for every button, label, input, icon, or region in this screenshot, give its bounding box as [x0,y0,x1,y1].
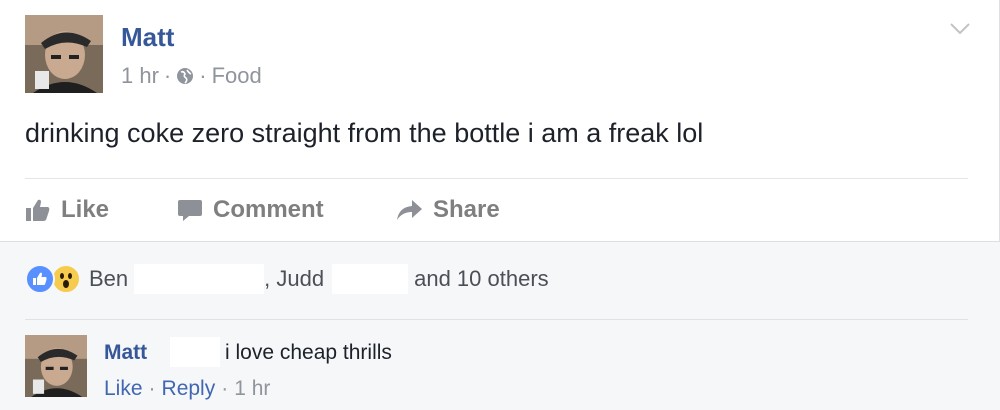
others-link[interactable]: and 10 others [414,266,549,292]
share-arrow-icon [397,200,422,220]
divider [25,178,968,179]
thumbs-up-icon [26,199,50,221]
comment-separator: · [148,377,156,400]
meta-separator: · [199,63,207,88]
globe-icon[interactable] [176,67,194,85]
chevron-down-icon[interactable] [949,22,971,36]
share-button[interactable]: Share [395,196,500,224]
reactor-name[interactable]: , Judd [264,266,324,292]
divider [25,319,968,320]
reactor-name[interactable]: Ben [89,266,128,292]
like-reaction-icon [25,264,55,294]
reactions-summary[interactable]: Ben , Judd and 10 others [25,261,549,297]
redacted-block [134,264,265,294]
share-label: Share [433,196,500,223]
avatar-photo [25,15,103,93]
avatar-photo [25,335,87,397]
author-name[interactable]: Matt [121,22,174,53]
comment-time[interactable]: 1 hr [234,377,270,401]
like-button[interactable]: Like [25,196,177,224]
comment-text: i love cheap thrills [225,341,392,364]
feedback-section: Ben , Judd and 10 others Matt i love che… [0,241,1000,410]
post-time[interactable]: 1 hr [121,63,159,89]
post-category[interactable]: Food [212,63,262,89]
comment-separator: · [221,377,229,400]
comment-icon [178,200,202,221]
comment-reply-link[interactable]: Reply [162,377,216,401]
post-text: drinking coke zero straight from the bot… [25,118,704,148]
redacted-block [170,337,220,367]
comment-label: Comment [213,196,324,223]
post-meta: 1 hr · · Food [121,63,262,89]
comment-avatar[interactable] [25,335,87,397]
action-bar: Like Comment Share [25,193,500,227]
post-card: Matt 1 hr · · Food drinking coke zero st… [0,0,1000,410]
comment-meta: Like · Reply · 1 hr [104,377,270,401]
redacted-block [332,264,409,294]
comment-button[interactable]: Comment [177,196,395,224]
comment-author[interactable]: Matt [104,341,147,365]
wow-reaction-icon [51,264,81,294]
like-label: Like [61,196,110,223]
post-header: Matt 1 hr · · Food [25,15,965,95]
comment-like-link[interactable]: Like [104,377,143,401]
author-avatar[interactable] [25,15,103,93]
meta-separator: · [163,63,172,88]
